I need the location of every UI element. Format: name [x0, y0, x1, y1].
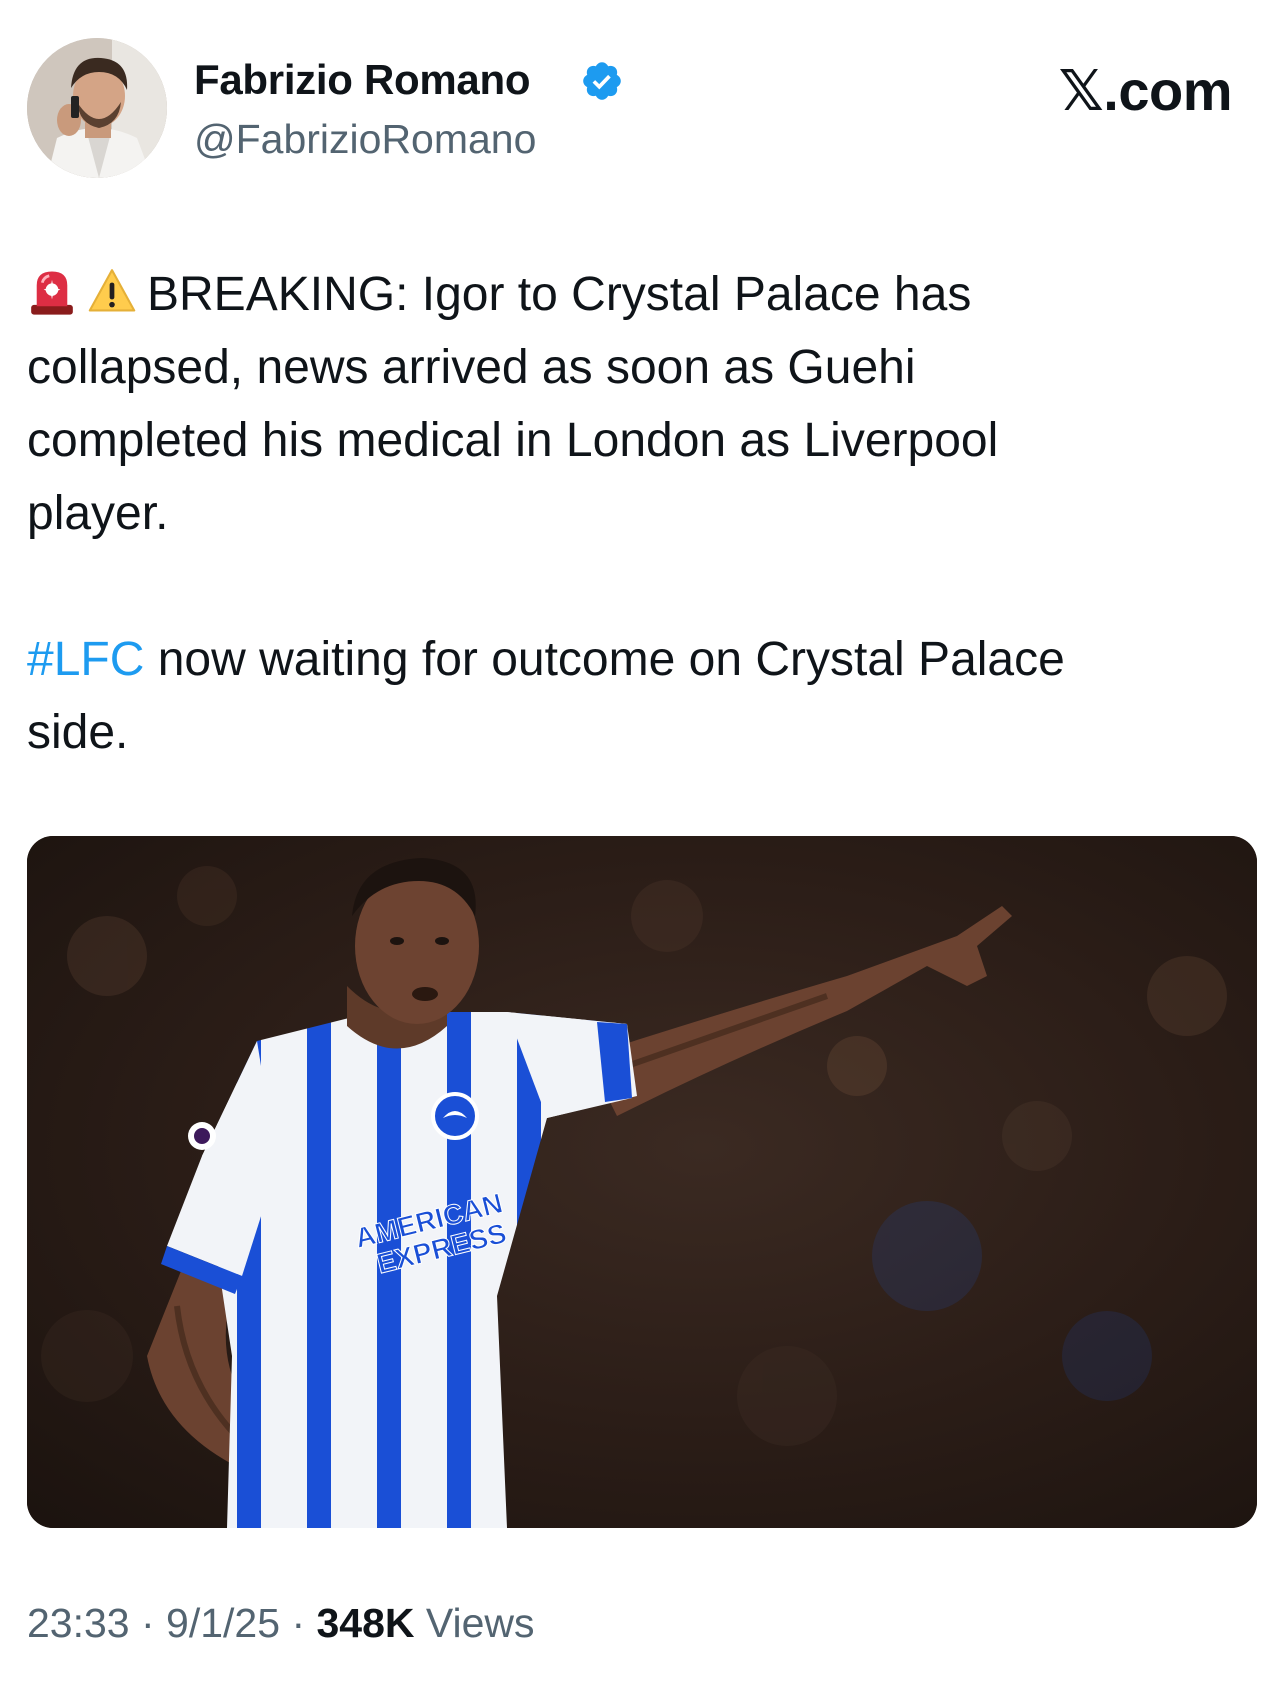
author-name[interactable]: Fabrizio Romano	[194, 56, 530, 104]
tweet-line-2: collapsed, news arrived as soon as Guehi	[27, 341, 916, 394]
warning-emoji-icon	[88, 269, 136, 312]
meta-separator: ·	[280, 1600, 317, 1646]
tweet-meta: 23:33 · 9/1/25 · 348K Views	[27, 1600, 535, 1647]
tweet-line-3: completed his medical in London as Liver…	[27, 414, 999, 467]
hashtag-link[interactable]: #LFC	[27, 633, 144, 686]
tweet-line-1: BREAKING: Igor to Crystal Palace has	[27, 258, 1247, 331]
tweet-line-1-text: BREAKING: Igor to Crystal Palace has	[147, 268, 972, 321]
tweet-text: BREAKING: Igor to Crystal Palace has col…	[27, 258, 1247, 769]
tweet-line-4: player.	[27, 487, 169, 540]
tweet-line-5-text: now waiting for outcome on Crystal Palac…	[144, 633, 1065, 686]
x-com-logo: 𝕏.com	[1058, 59, 1233, 122]
football-player-photo: AMERICAN EXPRESS	[27, 836, 1257, 1528]
tweet-line-5: #LFC now waiting for outcome on Crystal …	[27, 623, 1247, 696]
meta-separator: ·	[129, 1600, 167, 1646]
tweet-date[interactable]: 9/1/25	[166, 1600, 280, 1646]
verified-badge-icon	[583, 62, 621, 100]
police-light-emoji-icon	[31, 271, 73, 315]
views-label: Views	[414, 1600, 535, 1646]
tweet-media-photo[interactable]: AMERICAN EXPRESS	[27, 836, 1257, 1528]
author-handle[interactable]: @FabrizioRomano	[194, 116, 536, 163]
profile-photo-icon	[27, 38, 167, 178]
views-count: 348K	[316, 1600, 415, 1646]
tweet-time[interactable]: 23:33	[27, 1600, 130, 1646]
tweet-line-6: side.	[27, 706, 129, 759]
author-avatar[interactable]	[27, 38, 167, 178]
